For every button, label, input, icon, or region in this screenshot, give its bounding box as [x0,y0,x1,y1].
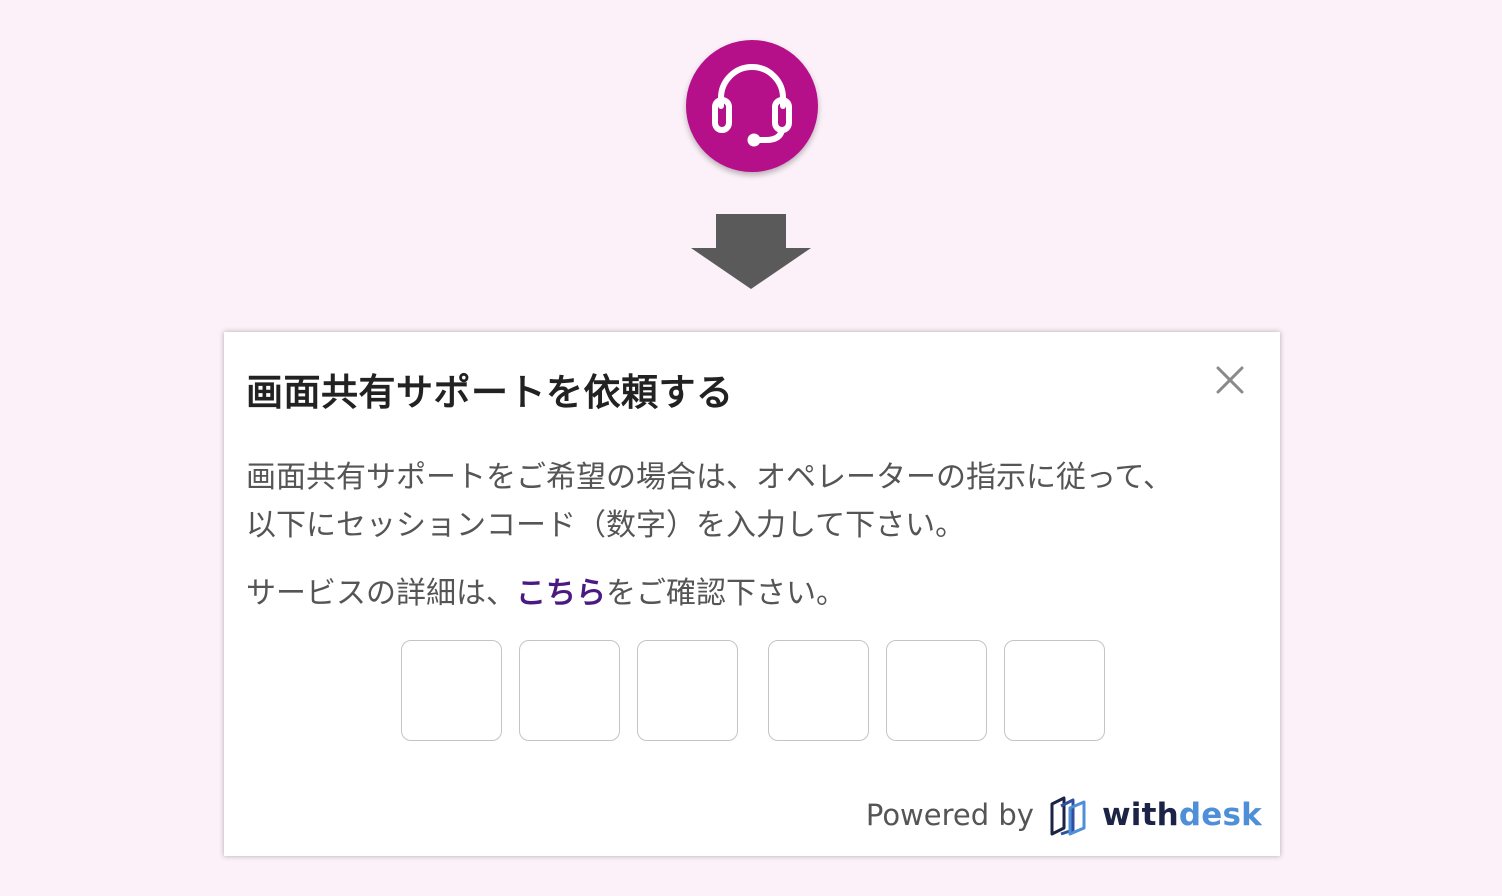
headset-icon [712,64,792,147]
session-code-digit-3[interactable] [637,640,738,741]
session-code-digit-2[interactable] [519,640,620,741]
session-code-digit-4[interactable] [768,640,869,741]
instruction-line-1: 画面共有サポートをご希望の場合は、オペレーターの指示に従って、 [246,460,1173,495]
powered-by-footer: Powered by withdesk [866,794,1262,836]
brand-with: with [1101,797,1179,833]
session-code-digit-1[interactable] [401,640,502,741]
support-headset-button[interactable] [686,40,818,172]
withdesk-brand: withdesk [1102,797,1262,833]
details-link[interactable]: こちら [516,576,606,611]
screen-share-support-dialog: 画面共有サポートを依頼する 画面共有サポートをご希望の場合は、オペレーターの指示… [224,332,1280,856]
close-icon [1216,366,1244,394]
arrow-down-icon [691,214,811,289]
withdesk-logo-icon [1050,796,1086,836]
instruction-line-2: 以下にセッションコード（数字）を入力して下さい。 [246,508,966,543]
powered-by-label: Powered by [865,798,1034,832]
details-suffix: をご確認下さい。 [606,576,846,611]
service-details-text: サービスの詳細は、こちらをご確認下さい。 [246,570,846,618]
session-code-digit-5[interactable] [886,640,987,741]
brand-desk: desk [1178,797,1262,833]
instruction-text: 画面共有サポートをご希望の場合は、オペレーターの指示に従って、 以下にセッション… [246,454,1246,550]
close-button[interactable] [1210,360,1250,400]
dialog-title: 画面共有サポートを依頼する [246,371,734,414]
session-code-digit-6[interactable] [1004,640,1105,741]
details-prefix: サービスの詳細は、 [246,576,516,611]
